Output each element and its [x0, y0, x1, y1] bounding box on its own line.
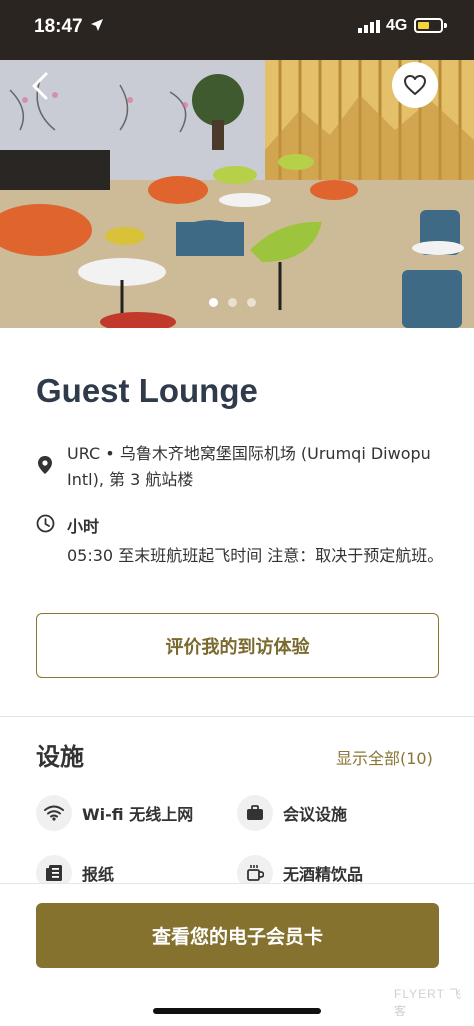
facilities-title: 设施	[36, 743, 84, 771]
briefcase-icon	[237, 795, 273, 831]
status-bar: 18:47 4G	[0, 0, 474, 54]
carousel-indicator	[209, 298, 256, 307]
battery-icon	[414, 18, 447, 33]
network-type: 4G	[386, 17, 408, 34]
section-divider	[0, 716, 474, 717]
watermark: FLYERT 飞客	[394, 987, 463, 1018]
lounge-address: URC • 乌鲁木齐地窝堡国际机场 (Urumqi Diwopu Intl), …	[67, 444, 431, 489]
chevron-left-icon	[32, 72, 48, 100]
location-arrow-icon	[90, 18, 104, 37]
show-all-facilities-link[interactable]: 显示全部(10)	[336, 745, 433, 769]
heart-icon	[404, 75, 426, 95]
facility-item: 会议设施	[237, 795, 347, 831]
favorite-button[interactable]	[392, 62, 438, 108]
review-visit-button[interactable]: 评价我的到访体验	[36, 613, 439, 678]
facility-label: Wi-fi 无线上网	[82, 805, 194, 824]
carousel-dot[interactable]	[228, 298, 237, 307]
status-time: 18:47	[34, 16, 83, 37]
facility-label: 会议设施	[283, 805, 348, 824]
facility-label: 无酒精饮品	[283, 865, 364, 884]
page-title: Guest Lounge	[36, 372, 258, 409]
facility-label: 报纸	[82, 865, 115, 884]
carousel-dot[interactable]	[247, 298, 256, 307]
location-pin-icon	[36, 455, 54, 479]
lounge-photo-carousel[interactable]: 18:47 4G	[0, 0, 474, 328]
hours-title: 小时	[67, 517, 100, 536]
signal-icon	[358, 20, 380, 38]
home-indicator[interactable]	[153, 1008, 321, 1014]
back-button[interactable]	[24, 66, 58, 106]
facility-item: Wi-fi 无线上网	[36, 795, 193, 831]
wifi-icon	[36, 795, 72, 831]
carousel-dot[interactable]	[209, 298, 218, 307]
hours-text: 05:30 至末班航班起飞时间 注意：取决于预定航班。	[67, 546, 444, 565]
view-membership-card-button[interactable]: 查看您的电子会员卡	[36, 903, 439, 968]
clock-icon	[36, 514, 55, 537]
